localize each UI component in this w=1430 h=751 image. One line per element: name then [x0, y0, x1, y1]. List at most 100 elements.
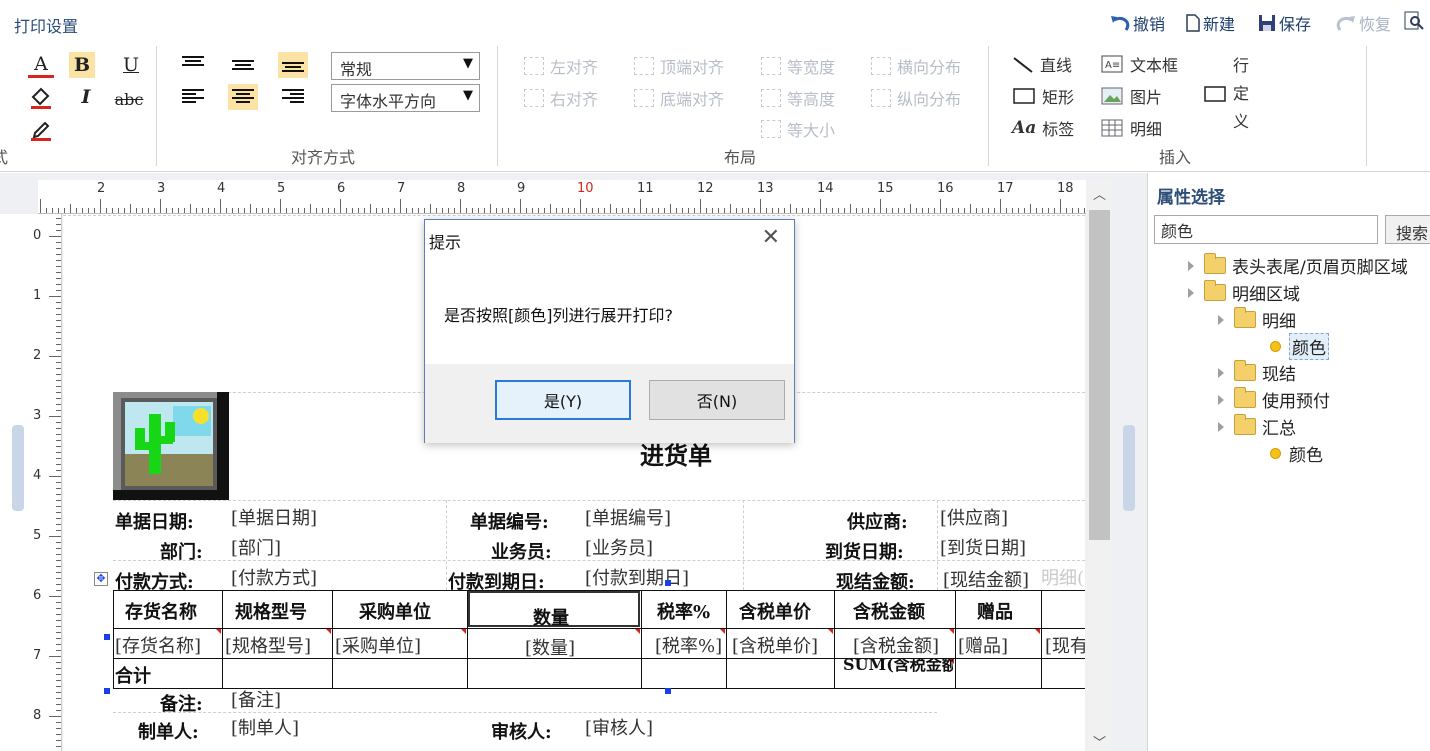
bold-button[interactable]: B: [69, 52, 95, 78]
yes-button[interactable]: 是(Y): [495, 380, 631, 420]
insert-rowdef-button[interactable]: 行定义: [1203, 52, 1251, 136]
resize-handle[interactable]: [665, 688, 671, 694]
insert-line-button[interactable]: 直线: [1012, 52, 1072, 76]
field-salesman[interactable]: [业务员]: [585, 534, 653, 560]
move-handle-icon[interactable]: ✥: [94, 572, 108, 586]
th-item-name[interactable]: 存货名称: [125, 598, 197, 624]
field-department[interactable]: [部门]: [231, 534, 281, 560]
field-cash-amount[interactable]: [现结金额]: [943, 566, 1029, 592]
insert-textbox-button[interactable]: A≡ 文本框: [1100, 52, 1178, 76]
field-supplier[interactable]: [供应商]: [940, 504, 1008, 530]
tree-node-prepay[interactable]: 使用预付: [1218, 387, 1330, 412]
th-amount[interactable]: 含税金额: [853, 598, 925, 624]
total-label[interactable]: 合计: [115, 662, 151, 688]
field-bill-no[interactable]: [单据编号]: [585, 504, 671, 530]
field-remarks[interactable]: [备注]: [231, 686, 281, 712]
tree-node-summary-color[interactable]: 颜色: [1270, 441, 1323, 466]
italic-button[interactable]: I: [73, 84, 99, 110]
layout-align-left-button[interactable]: 左对齐: [524, 54, 598, 78]
align-bottom-button[interactable]: [278, 52, 308, 78]
label-salesman[interactable]: 业务员:: [491, 538, 552, 564]
font-style-select[interactable]: 常规 ▼: [331, 52, 480, 80]
insert-image-button[interactable]: 图片: [1100, 84, 1162, 108]
th-purchase-unit[interactable]: 采购单位: [359, 598, 431, 624]
field-payment-method[interactable]: [付款方式]: [231, 564, 317, 590]
align-right-button[interactable]: [278, 84, 308, 110]
scroll-down-icon[interactable]: ﹀: [1093, 732, 1106, 751]
label-supplier[interactable]: 供应商:: [847, 508, 908, 534]
redo-button[interactable]: 恢复: [1336, 11, 1391, 35]
label-arrival-date[interactable]: 到货日期:: [825, 538, 904, 564]
insert-label-button[interactable]: Aa 标签: [1012, 116, 1074, 140]
expand-arrow-icon[interactable]: [1218, 394, 1224, 405]
label-bill-no[interactable]: 单据编号:: [470, 508, 549, 534]
label-bill-date[interactable]: 单据日期:: [115, 508, 194, 534]
th-spec[interactable]: 规格型号: [235, 598, 307, 624]
save-button[interactable]: 保存: [1258, 11, 1311, 35]
expand-arrow-icon[interactable]: [1218, 367, 1224, 378]
report-logo-image[interactable]: [113, 392, 229, 500]
field-bill-date[interactable]: [单据日期]: [231, 504, 317, 530]
field-reviewer[interactable]: [审核人]: [585, 714, 653, 740]
align-top-button[interactable]: [178, 52, 208, 78]
property-search-input[interactable]: [1154, 215, 1378, 244]
tree-node-detail[interactable]: 明细: [1218, 307, 1296, 332]
property-search-button[interactable]: 搜索: [1385, 215, 1430, 244]
align-left-button[interactable]: [178, 84, 208, 110]
label-reviewer[interactable]: 审核人:: [491, 718, 552, 744]
preview-button[interactable]: [1404, 11, 1426, 31]
th-quantity[interactable]: 数量: [533, 604, 569, 630]
field-arrival-date[interactable]: [到货日期]: [940, 534, 1026, 560]
insert-detail-button[interactable]: 明细: [1100, 116, 1162, 140]
canvas-vertical-scrollbar[interactable]: ︿ ﹀: [1086, 180, 1113, 751]
layout-align-right-button[interactable]: 右对齐: [524, 86, 598, 110]
border-color-button[interactable]: [28, 116, 54, 142]
resize-handle[interactable]: [104, 634, 110, 640]
scroll-thumb[interactable]: [1089, 210, 1110, 540]
resize-handle[interactable]: [104, 688, 110, 694]
no-button[interactable]: 否(N): [649, 380, 785, 420]
strikethrough-button[interactable]: abc: [115, 86, 144, 112]
field-creator[interactable]: [制单人]: [231, 714, 299, 740]
tree-node-detail-color[interactable]: 颜色: [1270, 333, 1329, 360]
tree-node-summary[interactable]: 汇总: [1218, 414, 1296, 439]
layout-same-size-button[interactable]: 等大小: [761, 117, 835, 141]
resize-handle[interactable]: [665, 580, 671, 586]
layout-align-top-button[interactable]: 顶端对齐: [634, 54, 724, 78]
field-payment-due[interactable]: [付款到期日]: [585, 564, 689, 590]
label-remarks[interactable]: 备注:: [160, 690, 203, 716]
expand-arrow-icon[interactable]: [1218, 314, 1224, 325]
align-center-button[interactable]: [228, 84, 258, 110]
total-sum-cell[interactable]: SUM(含税金额): [839, 658, 953, 686]
tree-node-cash[interactable]: 现结: [1218, 360, 1296, 385]
td-gift[interactable]: [赠品]: [958, 632, 1008, 658]
layout-vdistribute-button[interactable]: 纵向分布: [871, 86, 961, 110]
insert-rect-button[interactable]: 矩形: [1012, 84, 1074, 108]
layout-same-width-button[interactable]: 等宽度: [761, 54, 835, 78]
label-creator[interactable]: 制单人:: [138, 718, 199, 744]
expand-arrow-icon[interactable]: [1188, 260, 1194, 271]
font-color-button[interactable]: A: [28, 52, 54, 78]
left-panel-grip[interactable]: [12, 425, 24, 511]
align-middle-button[interactable]: [228, 56, 258, 82]
font-direction-select[interactable]: 字体水平方向 ▼: [331, 84, 480, 112]
th-tax-rate[interactable]: 税率%: [657, 598, 710, 624]
label-department[interactable]: 部门:: [160, 538, 203, 564]
td-unit-price[interactable]: [含税单价]: [732, 632, 818, 658]
new-button[interactable]: 新建: [1186, 11, 1235, 35]
td-stock[interactable]: [现有: [1045, 632, 1085, 658]
tree-node-detail-area[interactable]: 明细区域: [1188, 280, 1300, 305]
layout-hdistribute-button[interactable]: 横向分布: [871, 54, 961, 78]
td-spec[interactable]: [规格型号]: [225, 632, 311, 658]
th-unit-price[interactable]: 含税单价: [739, 598, 811, 624]
td-tax-rate[interactable]: [税率%]: [655, 632, 722, 658]
scroll-up-icon[interactable]: ︿: [1093, 184, 1106, 203]
fill-color-button[interactable]: [28, 84, 54, 110]
expand-arrow-icon[interactable]: [1218, 421, 1224, 432]
underline-button[interactable]: U: [118, 52, 144, 78]
layout-align-bottom-button[interactable]: 底端对齐: [634, 86, 724, 110]
right-panel-grip[interactable]: [1123, 425, 1135, 511]
close-icon[interactable]: ✕: [762, 225, 780, 250]
td-amount[interactable]: [含税金额]: [853, 632, 939, 658]
undo-button[interactable]: 撤销: [1110, 11, 1165, 35]
